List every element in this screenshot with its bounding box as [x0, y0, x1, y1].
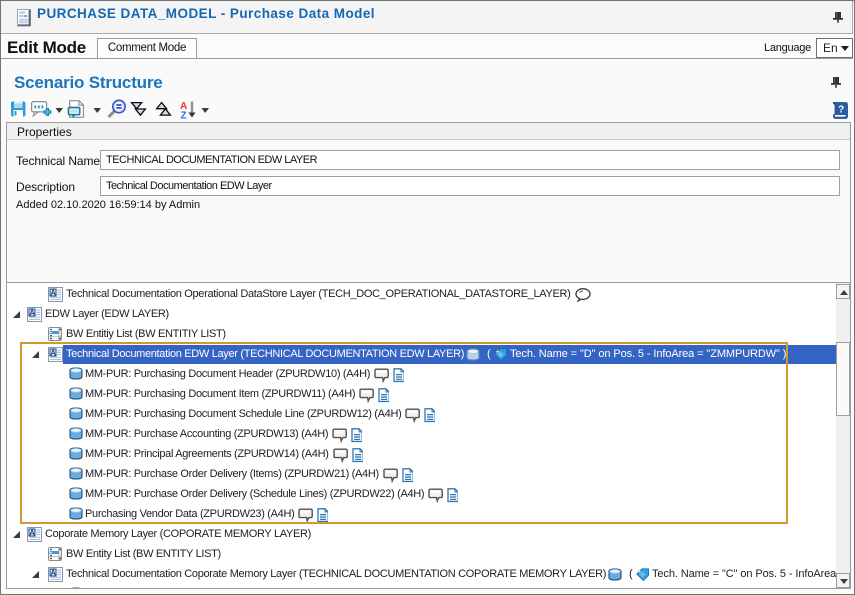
svg-text:?: ?	[838, 105, 844, 116]
svg-text:Z: Z	[181, 111, 187, 120]
